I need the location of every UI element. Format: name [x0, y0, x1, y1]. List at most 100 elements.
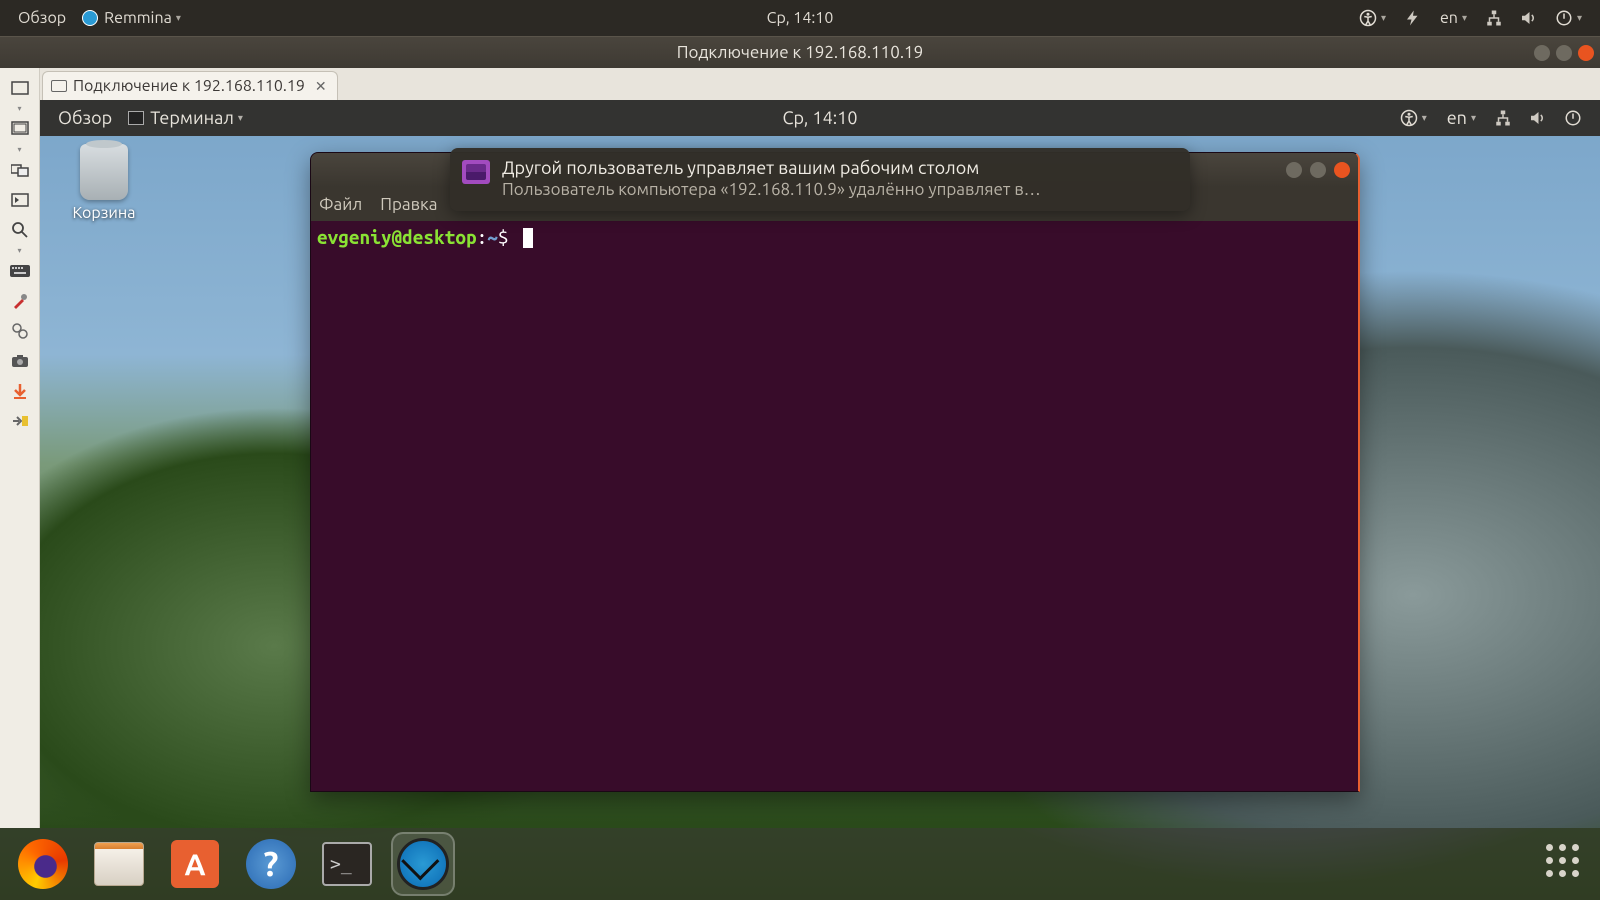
terminal-window-controls [1286, 162, 1350, 178]
monitor-icon [51, 80, 67, 92]
bolt-icon [1404, 9, 1422, 27]
chevron-down-icon: ▾ [1422, 112, 1427, 124]
tool-disconnect[interactable] [5, 407, 35, 435]
accessibility-menu[interactable]: ▾ [1351, 9, 1394, 27]
tool-screenshot[interactable] [5, 347, 35, 375]
remote-top-panel: Обзор Терминал ▾ Ср, 14:10 ▾ en ▾ [40, 100, 1600, 136]
tray-indicator[interactable] [1398, 9, 1428, 27]
chevron-down-icon[interactable]: ▾ [17, 104, 21, 113]
remote-clock[interactable]: Ср, 14:10 [774, 100, 865, 136]
remote-language-indicator[interactable]: en ▾ [1439, 108, 1484, 128]
screen-share-icon [462, 160, 490, 184]
connection-tab[interactable]: Подключение к 192.168.110.19 ✕ [42, 71, 338, 100]
app-menu-label: Remmina [104, 9, 172, 27]
close-button[interactable] [1578, 45, 1594, 61]
network-indicator[interactable] [1479, 9, 1509, 27]
terminal-cursor [523, 228, 533, 248]
dock-help[interactable]: ? [242, 835, 300, 893]
trash-icon [80, 144, 128, 200]
remote-activities-button[interactable]: Обзор [50, 100, 120, 136]
remote-accessibility-menu[interactable]: ▾ [1392, 109, 1435, 127]
software-icon [171, 840, 219, 888]
remote-system-tray: ▾ en ▾ [1392, 108, 1590, 128]
tool-keyboard[interactable] [5, 257, 35, 285]
prompt-symbol: $ [498, 226, 509, 248]
power-menu[interactable]: ▾ [1547, 9, 1590, 27]
remote-network-indicator[interactable] [1488, 109, 1518, 127]
chevron-down-icon: ▾ [238, 112, 243, 124]
power-icon [1555, 9, 1573, 27]
terminal-menu-file[interactable]: Файл [319, 195, 362, 214]
terminal-menu-edit[interactable]: Правка [380, 195, 437, 214]
remote-power-menu[interactable] [1556, 109, 1590, 127]
tool-preferences[interactable] [5, 317, 35, 345]
app-menu-remmina[interactable]: Remmina ▾ [74, 0, 189, 36]
tool-scaled[interactable] [5, 186, 35, 214]
chevron-down-icon: ▾ [176, 12, 181, 24]
host-top-panel: Обзор Remmina ▾ Ср, 14:10 ▾ en ▾ ▾ [0, 0, 1600, 36]
remote-desktop-viewport[interactable]: Обзор Терминал ▾ Ср, 14:10 ▾ en ▾ [40, 100, 1600, 828]
remmina-window-titlebar: Подключение к 192.168.110.19 [0, 36, 1600, 68]
dock-software[interactable] [166, 835, 224, 893]
chevron-down-icon: ▾ [1381, 12, 1386, 24]
trash-label: Корзина [64, 204, 144, 222]
files-icon [94, 842, 144, 886]
prompt-colon: : [477, 226, 488, 248]
minimize-button[interactable] [1534, 45, 1550, 61]
accessibility-icon [1400, 109, 1418, 127]
terminal-body[interactable]: evgeniy@desktop:~$ [311, 221, 1358, 254]
terminal-window[interactable]: Файл Правка evgeniy@desktop:~$ [310, 152, 1360, 792]
tool-tools[interactable] [5, 287, 35, 315]
remote-volume-indicator[interactable] [1522, 109, 1552, 127]
chevron-down-icon[interactable]: ▾ [17, 246, 21, 255]
chevron-down-icon[interactable]: ▾ [17, 145, 21, 154]
remmina-toolbar: ▾ ▾ ▾ [0, 68, 40, 828]
terminal-small-icon [128, 111, 144, 125]
clock[interactable]: Ср, 14:10 [759, 0, 842, 36]
network-wired-icon [1485, 9, 1503, 27]
tab-close-icon[interactable]: ✕ [315, 78, 327, 95]
chevron-down-icon: ▾ [1577, 12, 1582, 24]
network-wired-icon [1494, 109, 1512, 127]
power-icon [1564, 109, 1582, 127]
notification-title: Другой пользователь управляет вашим рабо… [502, 158, 1174, 178]
dock-terminal[interactable]: >_ [318, 835, 376, 893]
dock-remmina[interactable] [394, 835, 452, 893]
window-controls [1534, 45, 1594, 61]
volume-indicator[interactable] [1513, 9, 1543, 27]
screen-sharing-notification[interactable]: Другой пользователь управляет вашим рабо… [450, 148, 1190, 211]
window-title: Подключение к 192.168.110.19 [677, 43, 923, 62]
language-label: en [1440, 9, 1458, 27]
tool-resize[interactable] [5, 74, 35, 102]
firefox-icon [18, 839, 68, 889]
remote-app-menu[interactable]: Терминал ▾ [120, 100, 251, 136]
tab-label: Подключение к 192.168.110.19 [73, 77, 305, 95]
chevron-down-icon: ▾ [1471, 112, 1476, 124]
dock: ? >_ [0, 828, 1600, 900]
volume-icon [1528, 109, 1546, 127]
tool-fullscreen[interactable] [5, 115, 35, 143]
terminal-close-button[interactable] [1334, 162, 1350, 178]
tool-switch[interactable] [5, 156, 35, 184]
remmina-small-icon [82, 10, 98, 26]
tool-minimize[interactable] [5, 377, 35, 405]
tool-search[interactable] [5, 216, 35, 244]
terminal-maximize-button[interactable] [1310, 162, 1326, 178]
remote-language-label: en [1447, 108, 1467, 128]
chevron-down-icon: ▾ [1462, 12, 1467, 24]
terminal-icon: >_ [322, 842, 372, 886]
activities-button[interactable]: Обзор [10, 0, 74, 36]
remmina-icon [397, 838, 449, 890]
terminal-minimize-button[interactable] [1286, 162, 1302, 178]
remote-app-label: Терминал [150, 108, 234, 128]
dock-firefox[interactable] [14, 835, 72, 893]
maximize-button[interactable] [1556, 45, 1572, 61]
dock-files[interactable] [90, 835, 148, 893]
volume-icon [1519, 9, 1537, 27]
trash-desktop-icon[interactable]: Корзина [64, 144, 144, 222]
help-icon: ? [246, 839, 296, 889]
remmina-tab-bar: Подключение к 192.168.110.19 ✕ [40, 68, 1600, 100]
show-applications-button[interactable] [1546, 844, 1586, 884]
language-indicator[interactable]: en ▾ [1432, 9, 1475, 27]
accessibility-icon [1359, 9, 1377, 27]
